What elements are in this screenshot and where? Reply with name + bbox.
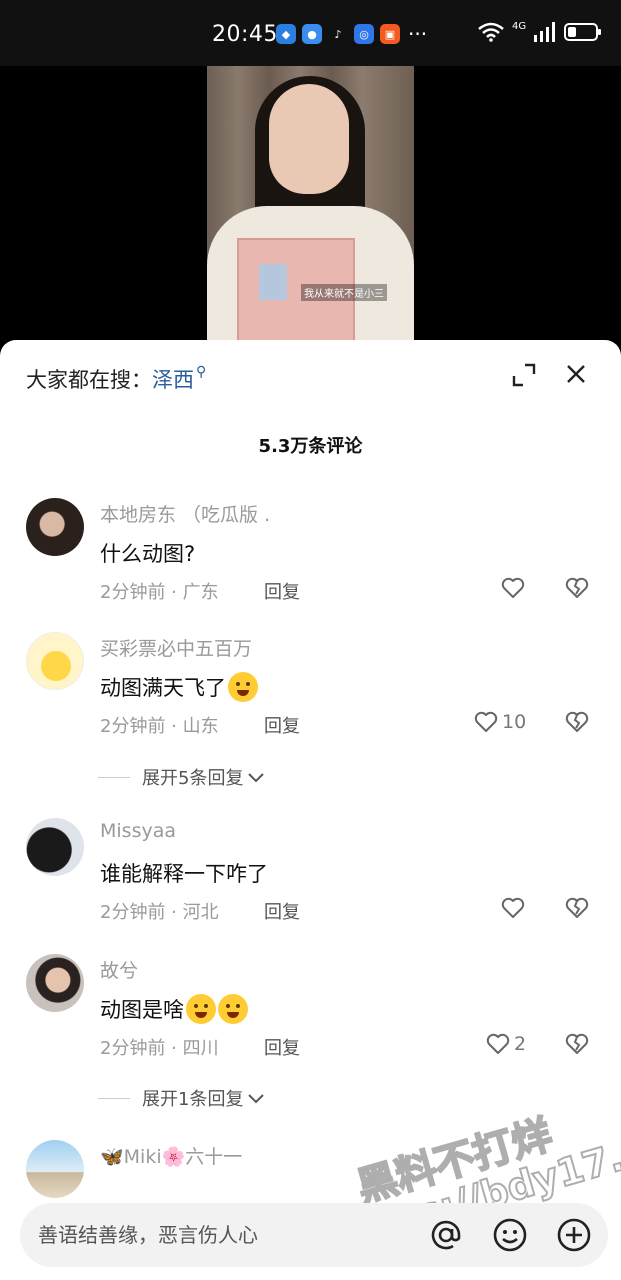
comment-count: 5.3万条评论	[258, 436, 363, 457]
comment-input-bar	[20, 1203, 608, 1267]
heart-icon	[486, 1033, 510, 1054]
like-count: 2	[514, 1033, 527, 1055]
comment-author[interactable]: Missyaa	[100, 820, 176, 842]
avatar[interactable]	[26, 818, 84, 876]
laughing-emoji-icon	[228, 672, 258, 702]
comments-sheet: 大家都在搜：泽西 ⚲ 5.3万条评论 本地房东 （吃瓜版 . 什么动图? 2分钟前…	[0, 340, 621, 1280]
broken-heart-icon[interactable]	[565, 576, 589, 600]
status-bar: 20:45 ◆ ● ♪ ◎ ▣ ··· 4G	[0, 0, 621, 66]
expand-replies-label: 展开5条回复	[142, 768, 244, 789]
comment-text: 动图满天飞了	[100, 672, 258, 702]
trending-search-prefix: 大家都在搜：	[26, 368, 152, 392]
reply-button[interactable]: 回复	[264, 1034, 300, 1060]
heart-icon	[501, 577, 525, 598]
comment-author[interactable]: 故兮	[100, 956, 138, 983]
shield-app-icon: ◆	[276, 24, 296, 44]
comment-item: 本地房东 （吃瓜版 . 什么动图? 2分钟前 · 广东 回复	[0, 498, 621, 618]
reply-button[interactable]: 回复	[264, 578, 300, 604]
certificate-photo	[259, 264, 287, 300]
surprised-emoji-icon	[218, 994, 248, 1024]
comment-author[interactable]: 本地房东 （吃瓜版 .	[100, 500, 270, 527]
comment-meta: 2分钟前 · 山东	[100, 716, 219, 737]
crying-emoji-icon	[186, 994, 216, 1024]
comment-item: Missyaa 谁能解释一下咋了 2分钟前 · 河北 回复	[0, 818, 621, 938]
comment-text-content: 什么动图?	[100, 542, 196, 566]
avatar[interactable]	[26, 632, 84, 690]
add-icon[interactable]	[556, 1217, 592, 1253]
like-count: 10	[502, 711, 527, 733]
comment-text: 谁能解释一下咋了	[100, 858, 268, 888]
like-button[interactable]	[501, 896, 525, 920]
reply-button[interactable]: 回复	[264, 712, 300, 738]
avatar[interactable]	[26, 1140, 84, 1198]
signal-icon	[534, 22, 556, 42]
chevron-down-icon	[248, 773, 265, 783]
broken-heart-icon[interactable]	[565, 1032, 589, 1056]
heart-icon	[474, 711, 498, 732]
avatar[interactable]	[26, 498, 84, 556]
comment-item: 故兮 动图是啥 2分钟前 · 四川 回复 2	[0, 954, 621, 1074]
like-button[interactable]: 2	[486, 1032, 526, 1056]
browser-app-icon: ◎	[354, 24, 374, 44]
status-time: 20:45	[212, 22, 278, 47]
trending-search[interactable]: 大家都在搜：泽西 ⚲	[26, 364, 206, 394]
trending-search-term[interactable]: 泽西	[152, 368, 194, 392]
emoji-icon[interactable]	[492, 1217, 528, 1253]
video-frame[interactable]: 我从来就不是小三	[207, 66, 414, 356]
divider	[98, 1097, 130, 1099]
expand-icon[interactable]	[511, 362, 537, 388]
search-icon: ⚲	[196, 364, 207, 380]
more-notifications-icon: ···	[408, 22, 428, 46]
comment-meta: 2分钟前 · 河北	[100, 902, 219, 923]
comment-input[interactable]	[38, 1219, 418, 1251]
battery-icon	[564, 23, 602, 41]
mention-icon[interactable]	[428, 1217, 464, 1253]
chevron-down-icon	[248, 1094, 265, 1104]
like-button[interactable]	[501, 576, 525, 600]
comment-author[interactable]: 买彩票必中五百万	[100, 634, 252, 661]
video-subtitle: 我从来就不是小三	[301, 284, 387, 301]
message-app-icon: ●	[302, 24, 322, 44]
broken-heart-icon[interactable]	[565, 896, 589, 920]
network-type-label: 4G	[512, 20, 527, 32]
tiktok-app-icon: ♪	[328, 24, 348, 44]
system-icons: 4G	[478, 20, 602, 42]
comment-meta: 2分钟前 · 广东	[100, 582, 219, 603]
comment-meta: 2分钟前 · 四川	[100, 1038, 219, 1059]
video-person-face	[269, 84, 349, 194]
comment-text: 什么动图?	[100, 538, 195, 568]
expand-replies-label: 展开1条回复	[142, 1089, 244, 1110]
divider	[98, 776, 130, 778]
wifi-icon	[478, 22, 504, 42]
close-icon[interactable]	[564, 362, 588, 386]
reply-button[interactable]: 回复	[264, 898, 300, 924]
comment-author[interactable]: 🦋Miki🌸六十一	[100, 1142, 242, 1169]
shopping-app-icon: ▣	[380, 24, 400, 44]
comment-item: 买彩票必中五百万 动图满天飞了 2分钟前 · 山东 回复 10	[0, 632, 621, 752]
notification-icons: ◆ ● ♪ ◎ ▣	[276, 24, 400, 44]
avatar[interactable]	[26, 954, 84, 1012]
broken-heart-icon[interactable]	[565, 710, 589, 734]
expand-replies-button[interactable]: 展开5条回复	[98, 764, 265, 790]
like-button[interactable]: 10	[474, 710, 526, 734]
comment-text: 动图是啥	[100, 994, 248, 1024]
video-player[interactable]: 我从来就不是小三	[0, 66, 621, 356]
comment-text-content: 动图是啥	[100, 998, 184, 1022]
comment-text-content: 谁能解释一下咋了	[100, 862, 268, 886]
heart-icon	[501, 897, 525, 918]
comment-text-content: 动图满天飞了	[100, 676, 226, 700]
expand-replies-button[interactable]: 展开1条回复	[98, 1085, 265, 1111]
avatar-character	[41, 651, 71, 681]
